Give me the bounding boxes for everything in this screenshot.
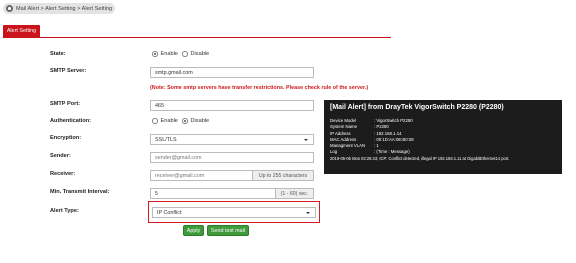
alert-type-highlight [148,201,320,223]
mail-preview-title: [Mail Alert] from DrayTek VigorSwitch P2… [330,104,504,111]
authentication-label: Authentication: [50,118,92,124]
sender-label: Sender: [50,153,71,159]
sender-input[interactable]: sender@gmail.com [150,152,314,163]
encryption-select[interactable]: SSL/TLS [150,134,314,145]
smtp-server-label: SMTP Server: [50,68,87,74]
receiver-label: Receiver: [50,171,76,177]
state-disable-label: Disable [190,51,210,57]
breadcrumb: Mail Alert > Alert Setting > Alert Setti… [3,3,115,14]
radio-unselected-icon [152,118,158,124]
radio-selected-icon [152,51,158,57]
tab-underline [3,37,391,38]
radio-unselected-icon [182,51,188,57]
chevron-down-icon [304,138,308,141]
smtp-port-input[interactable]: 465 [150,100,314,111]
state-disable-radio[interactable]: Disable [182,51,209,57]
mail-log-line: 2019-05-06 Mon 02:26:43; ICP: Conflict d… [330,155,510,161]
receiver-hint: Up to 255 characters [253,170,314,181]
state-enable-label: Enable [160,51,178,57]
smtp-port-label: SMTP Port: [50,101,81,107]
state-enable-radio[interactable]: Enable [152,51,178,57]
encryption-value: SSL/TLS [155,136,177,143]
mail-info-value: : 00:1D:AA:0E:B0:08 [374,136,414,142]
smtp-server-input[interactable]: smtp.gmail.com [150,67,314,78]
encryption-label: Encryption: [50,135,82,141]
smtp-note: (Note: Some smtp servers have transfer r… [150,85,369,91]
auth-disable-radio[interactable]: Disable [182,118,209,124]
auth-disable-label: Disable [190,118,210,124]
send-test-mail-button[interactable]: Send test mail [207,225,249,236]
alert-type-label: Alert Type: [50,208,79,214]
radio-selected-icon [182,118,188,124]
tab-alert-setting[interactable]: Alert Setting [3,25,40,37]
breadcrumb-text: Mail Alert > Alert Setting > Alert Setti… [16,5,113,12]
location-pin-icon [6,5,13,12]
mail-info-key: Log [330,149,338,155]
interval-input[interactable]: 5 [150,188,276,199]
apply-button[interactable]: Apply [183,225,204,236]
interval-unit: (1 - 60) sec. [276,188,314,199]
receiver-input[interactable]: receiver@gmail.com [150,170,253,181]
mail-info-value: : (Time : Message) [374,149,410,155]
interval-label: Min. Transmit Interval: [50,189,110,195]
auth-enable-label: Enable [160,118,178,124]
state-label: State: [50,51,66,57]
auth-enable-radio[interactable]: Enable [152,118,178,124]
mail-preview-panel: [Mail Alert] from DrayTek VigorSwitch P2… [324,100,562,174]
